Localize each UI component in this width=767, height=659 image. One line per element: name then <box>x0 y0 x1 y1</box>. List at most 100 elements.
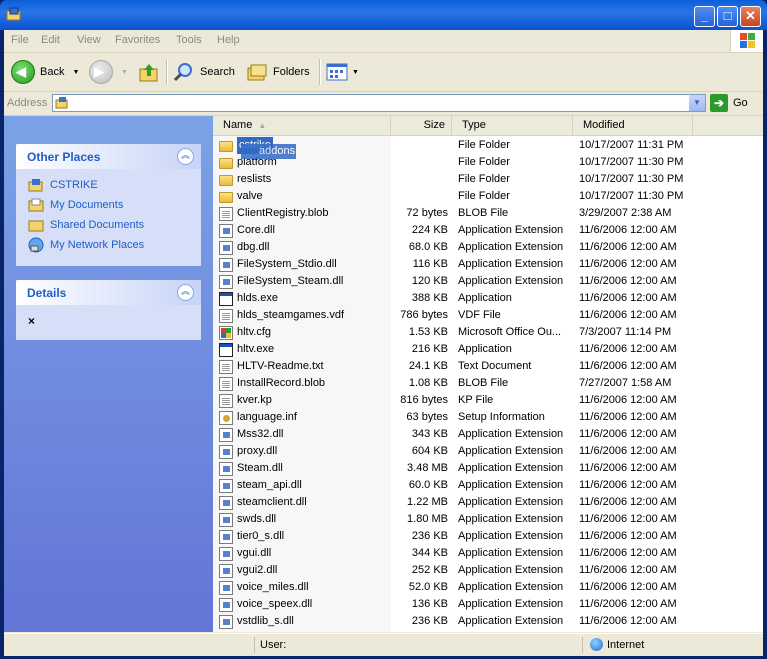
file-modified: 11/6/2006 12:00 AM <box>579 292 677 304</box>
windows-logo-icon <box>730 30 763 52</box>
file-size: 216 KB <box>411 343 448 355</box>
internet-globe-icon <box>590 638 603 651</box>
file-size: 344 KB <box>411 547 448 559</box>
file-row[interactable]: steamclient.dll 1.22 MB Application Extens… <box>213 494 763 511</box>
status-divider <box>254 637 255 653</box>
search-label: Search <box>200 66 235 78</box>
file-name: kver.kp <box>237 394 272 406</box>
forward-button[interactable]: ▶ ▼ <box>89 59 128 85</box>
place-cstrike[interactable]: CSTRIKE <box>16 175 201 195</box>
file-row[interactable]: vstdlib_s.dll 236 KB Application Extension… <box>213 613 763 630</box>
up-folder-button[interactable] <box>138 59 160 85</box>
file-size: 604 KB <box>411 445 448 457</box>
file-modified: 11/6/2006 12:00 AM <box>579 394 677 406</box>
menu-help[interactable]: Help <box>217 34 240 46</box>
file-row[interactable]: voice_miles.dll 52.0 KB Application Extens… <box>213 579 763 596</box>
file-name-cell: voice_speex.dll <box>219 596 312 613</box>
file-row[interactable]: InstallRecord.blob 1.08 KB BLOB File 7/27/2… <box>213 375 763 392</box>
views-dropdown-icon[interactable]: ▼ <box>352 69 359 76</box>
file-row[interactable]: kver.kp 816 bytes KP File 11/6/2006 12:00 A… <box>213 392 763 409</box>
toolbar-separator <box>166 59 168 85</box>
file-row[interactable]: voice_speex.dll 136 KB Application Extensi… <box>213 596 763 613</box>
file-row[interactable]: hltv.exe 216 KB Application 11/6/2006 12:00… <box>213 341 763 358</box>
file-modified: 11/6/2006 12:00 AM <box>579 224 677 236</box>
file-size: 60.0 KB <box>408 479 448 491</box>
views-button[interactable]: ▼ <box>326 59 359 85</box>
file-name-cell: language.inf <box>219 409 297 426</box>
file-modified: 10/17/2007 11:31 PM <box>579 139 684 151</box>
file-row[interactable]: Core.dll 224 KB Application Extension 11/6/… <box>213 222 763 239</box>
menu-favorites[interactable]: Favorites <box>115 34 160 46</box>
file-row[interactable]: FileSystem_Steam.dll 120 KB Application Ex… <box>213 273 763 290</box>
title-bar[interactable]: _ □ ✕ <box>0 0 767 30</box>
forward-dropdown-icon[interactable]: ▼ <box>121 69 128 76</box>
file-row[interactable]: vgui.dll 344 KB Application Extension 11/6/… <box>213 545 763 562</box>
file-modified: 10/17/2007 11:30 PM <box>579 190 684 202</box>
address-input[interactable]: ▼ <box>52 94 706 112</box>
file-icon <box>219 206 233 221</box>
file-name: steam_api.dll <box>237 479 302 491</box>
details-value: × <box>28 314 36 328</box>
file-name-cell: proxy.dll <box>219 443 277 460</box>
collapse-chevron-icon[interactable]: ︽ <box>177 284 194 301</box>
minimize-button[interactable]: _ <box>694 6 715 27</box>
file-type: File Folder <box>458 156 510 168</box>
file-row[interactable]: Steam.dll 3.48 MB Application Extension 11/… <box>213 460 763 477</box>
file-row[interactable]: proxy.dll 604 KB Application Extension 11/6… <box>213 443 763 460</box>
menu-view[interactable]: View <box>77 34 101 46</box>
details-header[interactable]: Details ︽ <box>16 280 201 305</box>
close-button[interactable]: ✕ <box>740 6 761 27</box>
file-row[interactable]: swds.dll 1.80 MB Application Extension 11/6… <box>213 511 763 528</box>
file-type: Application Extension <box>458 258 564 270</box>
maximize-button[interactable]: □ <box>717 6 738 27</box>
file-type: Application Extension <box>458 547 564 559</box>
file-name-cell: vgui.dll <box>219 545 271 562</box>
file-row[interactable]: valve File Folder 10/17/2007 11:30 PM <box>213 188 763 205</box>
back-button[interactable]: ◀ Back ▼ <box>11 59 79 85</box>
folder-icon <box>219 192 233 203</box>
file-row[interactable]: ClientRegistry.blob 72 bytes BLOB File 3/29… <box>213 205 763 222</box>
file-name-cell: reslists <box>219 171 271 188</box>
file-row[interactable]: tier0_s.dll 236 KB Application Extension 11… <box>213 528 763 545</box>
file-row[interactable]: HLTV-Readme.txt 24.1 KB Text Document 11/6/… <box>213 358 763 375</box>
file-type: Application Extension <box>458 224 564 236</box>
file-row[interactable]: hltv.cfg 1.53 KB Microsoft Office Ou... 7/3… <box>213 324 763 341</box>
folder-network-icon <box>55 97 68 109</box>
go-button[interactable]: ➔ Go <box>710 94 748 112</box>
address-dropdown-icon[interactable]: ▼ <box>689 95 705 111</box>
file-row[interactable]: reslists File Folder 10/17/2007 11:30 PM <box>213 171 763 188</box>
search-button[interactable]: Search <box>173 59 235 85</box>
column-name[interactable]: Name ▲ <box>213 116 391 135</box>
place-shared-documents[interactable]: Shared Documents <box>16 215 201 235</box>
folders-button[interactable]: Folders <box>246 59 310 85</box>
other-places-header[interactable]: Other Places ︽ <box>16 144 201 169</box>
file-row[interactable]: hlds.exe 388 KB Application 11/6/2006 12:00… <box>213 290 763 307</box>
file-row[interactable]: steam_api.dll 60.0 KB Application Extensio… <box>213 477 763 494</box>
file-modified: 7/3/2007 11:14 PM <box>579 326 672 338</box>
back-dropdown-icon[interactable]: ▼ <box>72 69 79 76</box>
file-icon <box>219 308 233 323</box>
file-modified: 11/6/2006 12:00 AM <box>579 615 677 627</box>
file-row[interactable]: FileSystem_Stdio.dll 116 KB Application Ex… <box>213 256 763 273</box>
file-size: 388 KB <box>411 292 448 304</box>
menu-edit[interactable]: Edit <box>41 34 60 46</box>
place-my-network-places[interactable]: My Network Places <box>16 235 201 255</box>
file-row[interactable]: hlds_steamgames.vdf 786 bytes VDF File 11/6… <box>213 307 763 324</box>
place-my-documents[interactable]: My Documents <box>16 195 201 215</box>
file-modified: 11/6/2006 12:00 AM <box>579 275 677 287</box>
office-file-icon <box>219 325 233 340</box>
column-type[interactable]: Type <box>452 116 573 135</box>
file-row[interactable]: language.inf 63 bytes Setup Information 11/… <box>213 409 763 426</box>
file-type: Application <box>458 343 512 355</box>
menu-tools[interactable]: Tools <box>176 34 202 46</box>
column-modified[interactable]: Modified <box>573 116 693 135</box>
menu-file[interactable]: File <box>11 34 29 46</box>
file-row[interactable]: dbg.dll 68.0 KB Application Extension 11/6/… <box>213 239 763 256</box>
column-size[interactable]: Size <box>391 116 452 135</box>
file-type: File Folder <box>458 173 510 185</box>
file-row[interactable]: Mss32.dll 343 KB Application Extension 11/6… <box>213 426 763 443</box>
folder-icon <box>219 175 233 186</box>
dll-file-icon <box>219 546 233 561</box>
file-row[interactable]: vgui2.dll 252 KB Application Extension 11/6… <box>213 562 763 579</box>
collapse-chevron-icon[interactable]: ︽ <box>177 148 194 165</box>
